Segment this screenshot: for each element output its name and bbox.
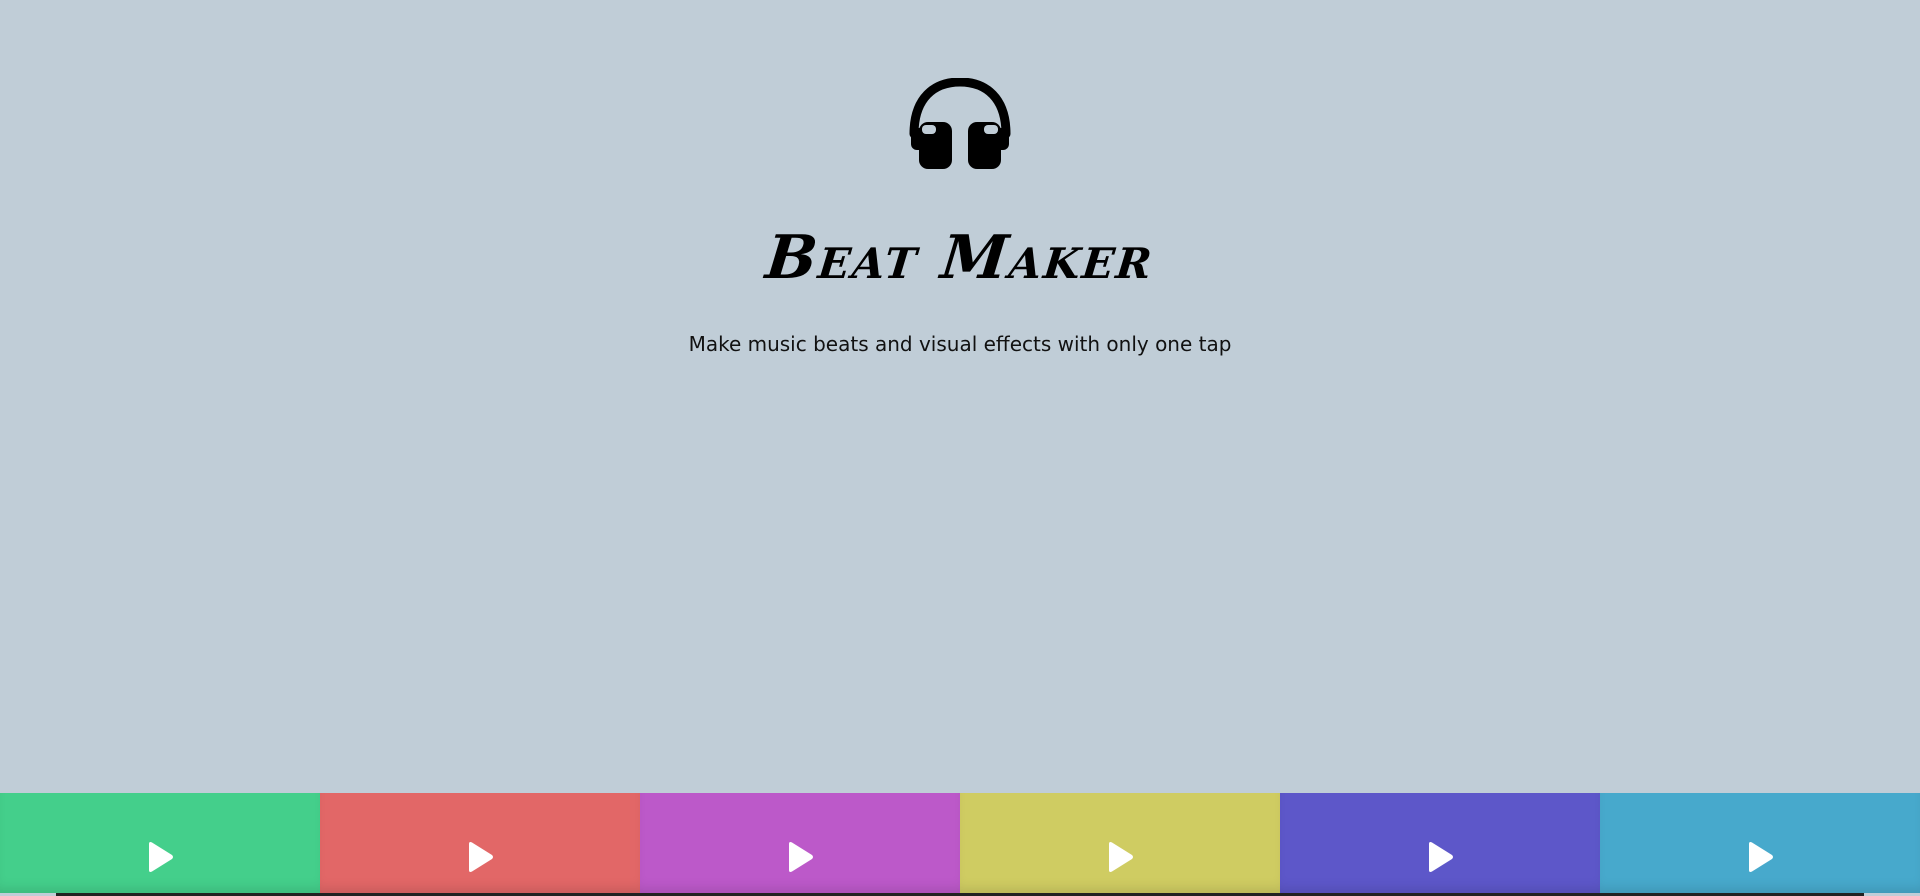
play-icon [789, 842, 813, 872]
play-icon [149, 842, 173, 872]
drum-pad-5[interactable] [1280, 793, 1600, 893]
drum-pad-6[interactable] [1600, 793, 1920, 893]
play-icon [1749, 842, 1773, 872]
tagline: Make music beats and visual effects with… [688, 332, 1232, 356]
app-title: Beat Maker [762, 223, 1158, 293]
headphones-icon [909, 78, 1011, 169]
play-icon [1109, 842, 1133, 872]
drum-pad-1[interactable] [0, 793, 320, 893]
play-icon [469, 842, 493, 872]
drum-pad-bar [0, 793, 1920, 893]
drum-pad-3[interactable] [640, 793, 960, 893]
drum-pad-4[interactable] [960, 793, 1280, 893]
play-icon [1429, 842, 1453, 872]
drum-pad-2[interactable] [320, 793, 640, 893]
